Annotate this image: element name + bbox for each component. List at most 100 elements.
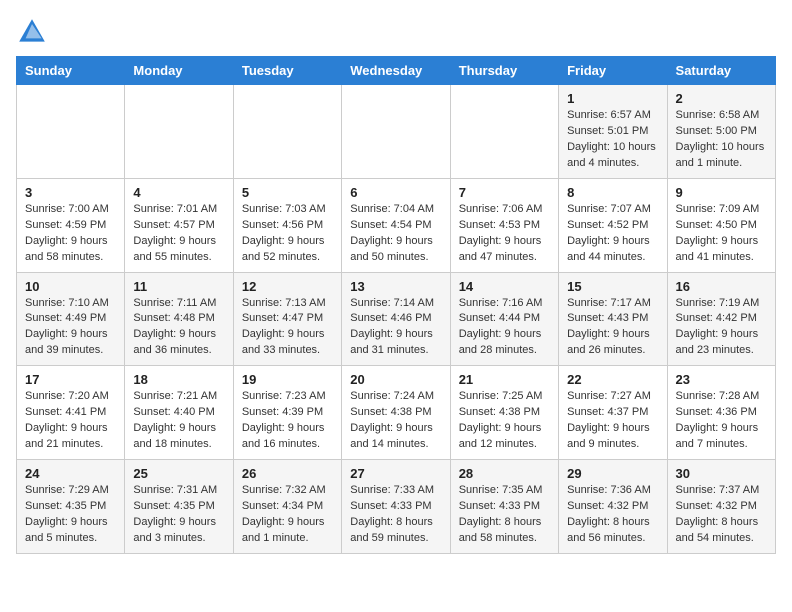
day-detail: Sunrise: 7:10 AM Sunset: 4:49 PM Dayligh…: [25, 296, 116, 360]
day-number: 20: [350, 372, 441, 387]
day-cell: 15 Sunrise: 7:17 AM Sunset: 4:43 PM Dayli…: [559, 272, 667, 366]
day-number: 28: [459, 466, 550, 481]
logo-icon: [16, 16, 48, 48]
day-number: 22: [567, 372, 658, 387]
day-cell: 4Sunrise: 7:01 AM Sunset: 4:57 PM Daylig…: [125, 178, 233, 272]
day-cell: 30Sunrise: 7:37 AM Sunset: 4:32 PM Dayli…: [667, 460, 775, 554]
day-number: 9: [676, 185, 767, 200]
header: [16, 16, 776, 48]
day-number: 12: [242, 279, 333, 294]
day-cell: 23 Sunrise: 7:28 AM Sunset: 4:36 PM Dayli…: [667, 366, 775, 460]
day-detail: Sunrise: 7:09 AM Sunset: 4:50 PM Dayligh…: [676, 202, 767, 266]
day-number: 19: [242, 372, 333, 387]
day-detail: Sunrise: 7:14 AM Sunset: 4:46 PM Dayligh…: [350, 296, 441, 360]
day-detail: Sunrise: 7:33 AM Sunset: 4:33 PM Dayligh…: [350, 483, 441, 547]
day-number: 18: [133, 372, 224, 387]
day-number: 3: [25, 185, 116, 200]
day-number: 14: [459, 279, 550, 294]
day-cell: 11Sunrise: 7:11 AM Sunset: 4:48 PM Dayli…: [125, 272, 233, 366]
day-cell: 12 Sunrise: 7:13 AM Sunset: 4:47 PM Dayli…: [233, 272, 341, 366]
day-cell: 9 Sunrise: 7:09 AM Sunset: 4:50 PM Daylig…: [667, 178, 775, 272]
logo: [16, 16, 52, 48]
day-number: 10: [25, 279, 116, 294]
weekday-header-wednesday: Wednesday: [342, 57, 450, 85]
day-detail: Sunrise: 7:36 AM Sunset: 4:32 PM Dayligh…: [567, 483, 658, 547]
day-number: 13: [350, 279, 441, 294]
day-number: 26: [242, 466, 333, 481]
day-cell: [125, 85, 233, 179]
day-number: 25: [133, 466, 224, 481]
day-detail: Sunrise: 7:24 AM Sunset: 4:38 PM Dayligh…: [350, 389, 441, 453]
week-row-5: 24 Sunrise: 7:29 AM Sunset: 4:35 PM Dayli…: [17, 460, 776, 554]
day-cell: 6 Sunrise: 7:04 AM Sunset: 4:54 PM Daylig…: [342, 178, 450, 272]
day-detail: Sunrise: 7:16 AM Sunset: 4:44 PM Dayligh…: [459, 296, 550, 360]
day-detail: Sunrise: 7:04 AM Sunset: 4:54 PM Dayligh…: [350, 202, 441, 266]
day-detail: Sunrise: 7:19 AM Sunset: 4:42 PM Dayligh…: [676, 296, 767, 360]
week-row-2: 3 Sunrise: 7:00 AM Sunset: 4:59 PM Daylig…: [17, 178, 776, 272]
day-cell: [450, 85, 558, 179]
day-detail: Sunrise: 7:28 AM Sunset: 4:36 PM Dayligh…: [676, 389, 767, 453]
day-number: 21: [459, 372, 550, 387]
day-detail: Sunrise: 7:00 AM Sunset: 4:59 PM Dayligh…: [25, 202, 116, 266]
day-number: 15: [567, 279, 658, 294]
weekday-header-saturday: Saturday: [667, 57, 775, 85]
day-cell: 3 Sunrise: 7:00 AM Sunset: 4:59 PM Daylig…: [17, 178, 125, 272]
day-detail: Sunrise: 7:31 AM Sunset: 4:35 PM Dayligh…: [133, 483, 224, 547]
day-cell: 18 Sunrise: 7:21 AM Sunset: 4:40 PM Dayli…: [125, 366, 233, 460]
day-cell: 8Sunrise: 7:07 AM Sunset: 4:52 PM Daylig…: [559, 178, 667, 272]
day-number: 30: [676, 466, 767, 481]
day-cell: 13 Sunrise: 7:14 AM Sunset: 4:46 PM Dayli…: [342, 272, 450, 366]
day-number: 7: [459, 185, 550, 200]
day-cell: 20 Sunrise: 7:24 AM Sunset: 4:38 PM Dayli…: [342, 366, 450, 460]
weekday-header-sunday: Sunday: [17, 57, 125, 85]
day-cell: 7 Sunrise: 7:06 AM Sunset: 4:53 PM Daylig…: [450, 178, 558, 272]
day-detail: Sunrise: 7:29 AM Sunset: 4:35 PM Dayligh…: [25, 483, 116, 547]
day-cell: 1Sunrise: 6:57 AM Sunset: 5:01 PM Daylig…: [559, 85, 667, 179]
day-cell: 24 Sunrise: 7:29 AM Sunset: 4:35 PM Dayli…: [17, 460, 125, 554]
day-number: 6: [350, 185, 441, 200]
day-number: 2: [676, 91, 767, 106]
weekday-header-thursday: Thursday: [450, 57, 558, 85]
day-cell: 26 Sunrise: 7:32 AM Sunset: 4:34 PM Dayli…: [233, 460, 341, 554]
day-cell: 21 Sunrise: 7:25 AM Sunset: 4:38 PM Dayli…: [450, 366, 558, 460]
day-cell: [17, 85, 125, 179]
day-detail: Sunrise: 7:27 AM Sunset: 4:37 PM Dayligh…: [567, 389, 658, 453]
day-cell: 25 Sunrise: 7:31 AM Sunset: 4:35 PM Dayli…: [125, 460, 233, 554]
day-cell: 16Sunrise: 7:19 AM Sunset: 4:42 PM Dayli…: [667, 272, 775, 366]
day-detail: Sunrise: 7:01 AM Sunset: 4:57 PM Dayligh…: [133, 202, 224, 266]
day-cell: 22 Sunrise: 7:27 AM Sunset: 4:37 PM Dayli…: [559, 366, 667, 460]
day-detail: Sunrise: 6:58 AM Sunset: 5:00 PM Dayligh…: [676, 108, 767, 172]
day-cell: 10 Sunrise: 7:10 AM Sunset: 4:49 PM Dayli…: [17, 272, 125, 366]
day-detail: Sunrise: 7:32 AM Sunset: 4:34 PM Dayligh…: [242, 483, 333, 547]
week-row-1: 1Sunrise: 6:57 AM Sunset: 5:01 PM Daylig…: [17, 85, 776, 179]
day-number: 24: [25, 466, 116, 481]
weekday-header-tuesday: Tuesday: [233, 57, 341, 85]
day-number: 29: [567, 466, 658, 481]
weekday-header-row: SundayMondayTuesdayWednesdayThursdayFrid…: [17, 57, 776, 85]
day-number: 11: [133, 279, 224, 294]
day-cell: [233, 85, 341, 179]
day-number: 8: [567, 185, 658, 200]
day-number: 17: [25, 372, 116, 387]
weekday-header-monday: Monday: [125, 57, 233, 85]
day-detail: Sunrise: 7:20 AM Sunset: 4:41 PM Dayligh…: [25, 389, 116, 453]
day-detail: Sunrise: 7:06 AM Sunset: 4:53 PM Dayligh…: [459, 202, 550, 266]
calendar-table: SundayMondayTuesdayWednesdayThursdayFrid…: [16, 56, 776, 554]
day-cell: 28 Sunrise: 7:35 AM Sunset: 4:33 PM Dayli…: [450, 460, 558, 554]
day-cell: 2 Sunrise: 6:58 AM Sunset: 5:00 PM Daylig…: [667, 85, 775, 179]
day-detail: Sunrise: 7:23 AM Sunset: 4:39 PM Dayligh…: [242, 389, 333, 453]
day-detail: Sunrise: 7:13 AM Sunset: 4:47 PM Dayligh…: [242, 296, 333, 360]
day-cell: 14 Sunrise: 7:16 AM Sunset: 4:44 PM Dayli…: [450, 272, 558, 366]
week-row-3: 10 Sunrise: 7:10 AM Sunset: 4:49 PM Dayli…: [17, 272, 776, 366]
day-cell: 19 Sunrise: 7:23 AM Sunset: 4:39 PM Dayli…: [233, 366, 341, 460]
week-row-4: 17 Sunrise: 7:20 AM Sunset: 4:41 PM Dayli…: [17, 366, 776, 460]
day-cell: 5Sunrise: 7:03 AM Sunset: 4:56 PM Daylig…: [233, 178, 341, 272]
day-cell: [342, 85, 450, 179]
day-detail: Sunrise: 7:21 AM Sunset: 4:40 PM Dayligh…: [133, 389, 224, 453]
day-detail: Sunrise: 7:17 AM Sunset: 4:43 PM Dayligh…: [567, 296, 658, 360]
day-cell: 27Sunrise: 7:33 AM Sunset: 4:33 PM Dayli…: [342, 460, 450, 554]
day-cell: 17 Sunrise: 7:20 AM Sunset: 4:41 PM Dayli…: [17, 366, 125, 460]
day-detail: Sunrise: 7:35 AM Sunset: 4:33 PM Dayligh…: [459, 483, 550, 547]
day-detail: Sunrise: 7:25 AM Sunset: 4:38 PM Dayligh…: [459, 389, 550, 453]
day-number: 23: [676, 372, 767, 387]
